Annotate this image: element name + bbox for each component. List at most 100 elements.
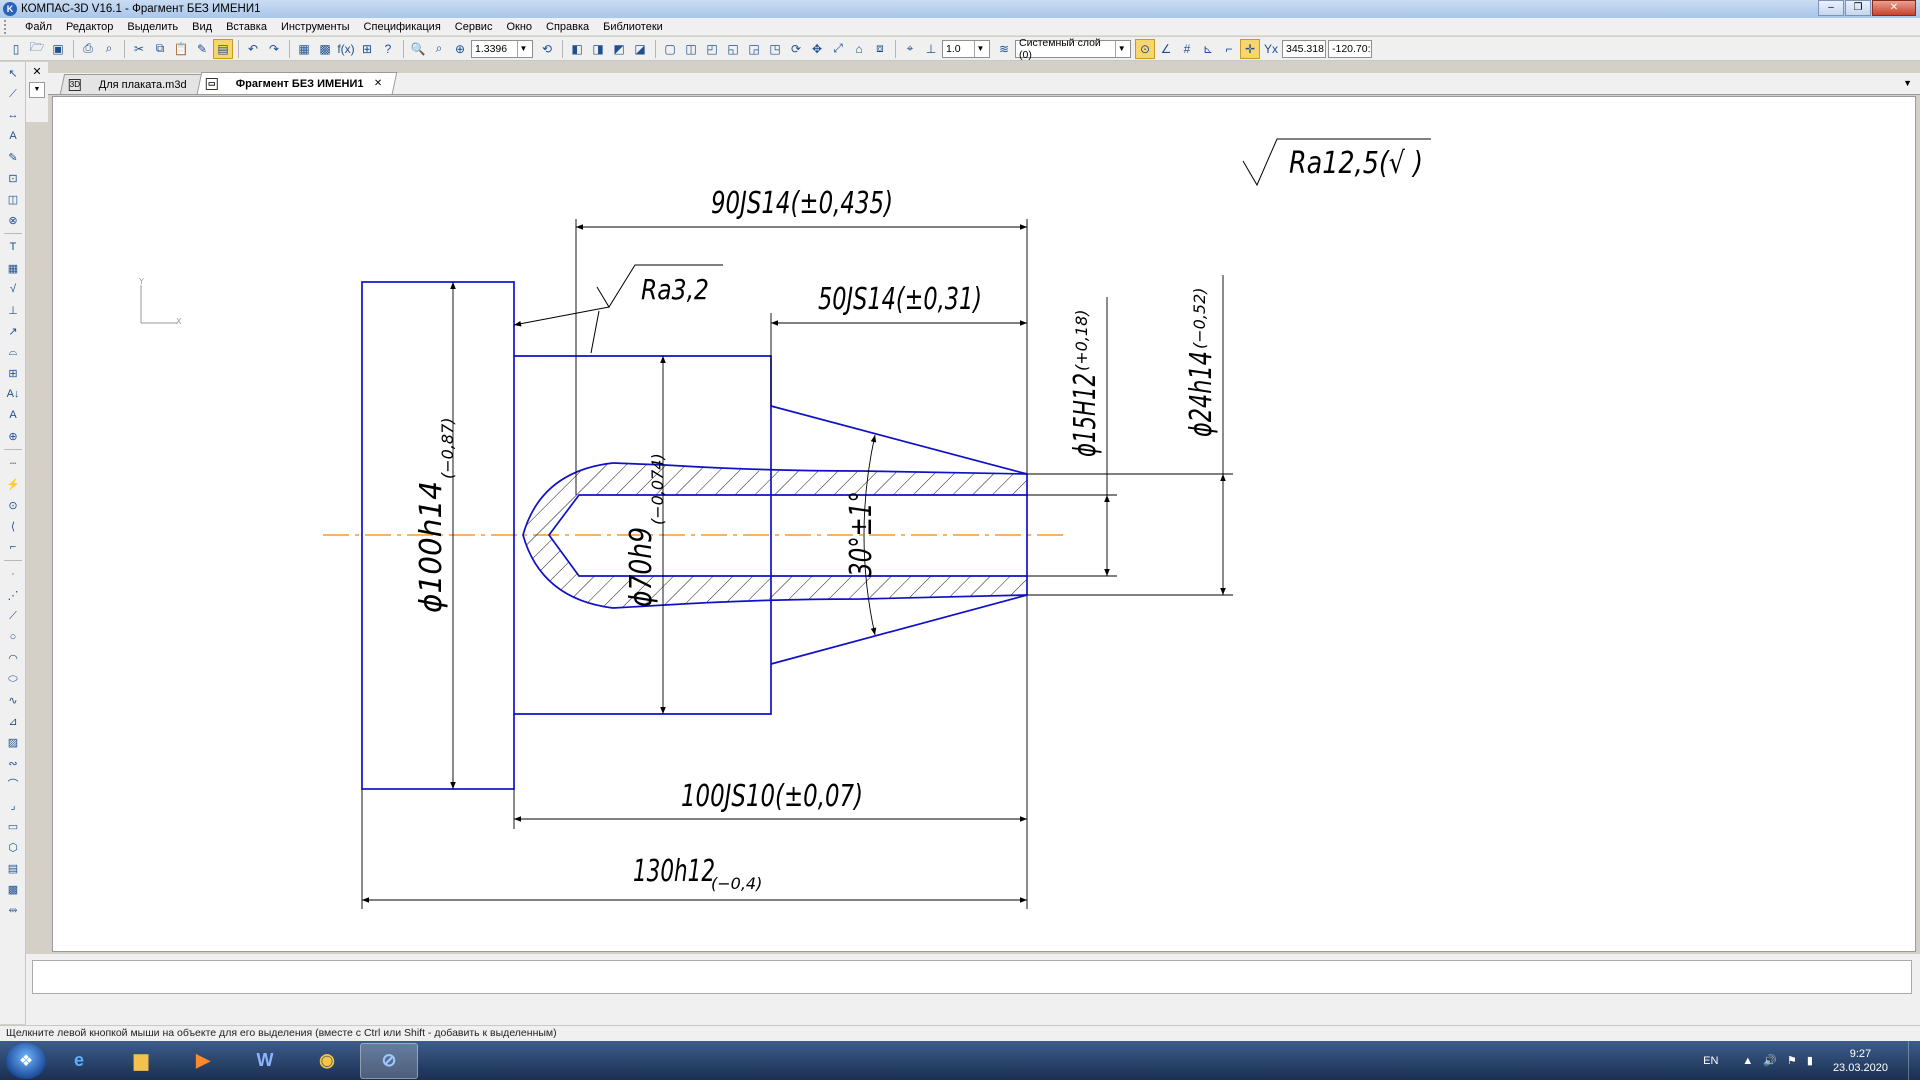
- menu-insert[interactable]: Вставка: [219, 21, 274, 33]
- paste-icon[interactable]: 📋: [171, 39, 191, 59]
- layers-icon[interactable]: ⧈: [870, 39, 890, 59]
- zoom-view-icon[interactable]: ⤢: [828, 39, 848, 59]
- print-icon[interactable]: ⎙: [78, 39, 98, 59]
- preview-icon[interactable]: ⌕: [99, 39, 119, 59]
- lightning-icon[interactable]: ⚡: [2, 474, 24, 494]
- save-icon[interactable]: ▣: [48, 39, 68, 59]
- menu-specification[interactable]: Спецификация: [357, 21, 448, 33]
- pan-view-icon[interactable]: ✥: [807, 39, 827, 59]
- drawing-canvas[interactable]: Y X Ra12,5(√) Ra3,2 90JS14(±0,435) 50JS…: [52, 96, 1916, 952]
- corner-icon[interactable]: ⌐: [2, 537, 24, 557]
- menu-file[interactable]: Файл: [18, 21, 59, 33]
- select-arrow-icon[interactable]: ↖: [2, 63, 24, 83]
- spec-table-icon[interactable]: ▤: [213, 38, 233, 59]
- shade-icon[interactable]: ▢: [660, 39, 680, 59]
- hatch-icon[interactable]: ▤: [2, 858, 24, 878]
- bracket-icon[interactable]: ⟨: [2, 516, 24, 536]
- kompas-taskbar-icon[interactable]: ⊘: [360, 1042, 418, 1079]
- spline-icon[interactable]: ∿: [2, 690, 24, 710]
- measure-icon[interactable]: ⊞: [357, 39, 377, 59]
- ortho-mode-icon[interactable]: ⌐: [1219, 39, 1239, 59]
- zoom-combo[interactable]: 1.3396 ▼: [471, 39, 533, 58]
- coordinate-axes-icon[interactable]: ⊥: [921, 39, 941, 59]
- redo-icon[interactable]: ↷: [264, 39, 284, 59]
- layer-icon[interactable]: ≋: [994, 39, 1014, 59]
- flag-icon[interactable]: ⚑: [1787, 1054, 1797, 1067]
- coord-y-field[interactable]: -120.70:: [1328, 39, 1372, 58]
- wireframe-icon[interactable]: ◫: [681, 39, 701, 59]
- command-field[interactable]: [32, 960, 1912, 994]
- tolerance-icon[interactable]: ⌓: [2, 342, 24, 362]
- view-front-icon[interactable]: ◧: [567, 39, 587, 59]
- chevron-down-icon[interactable]: ▼: [1115, 40, 1127, 57]
- dim-diameter-100[interactable]: ϕ100h14: [414, 481, 449, 613]
- dim-diameter-15-group[interactable]: ϕ15H12 (+0,18): [1068, 309, 1103, 457]
- lock-view-icon[interactable]: ⌂: [849, 39, 869, 59]
- open-folder-icon[interactable]: 🗁: [27, 39, 47, 59]
- mark-icon[interactable]: A↓: [2, 384, 24, 404]
- dim-angle[interactable]: 30°±1°: [844, 491, 879, 577]
- axis-icon[interactable]: A: [2, 405, 24, 425]
- menu-grip-icon[interactable]: [4, 19, 12, 34]
- dim-length-50[interactable]: 50JS14(±0,31): [818, 282, 982, 317]
- section-hatch[interactable]: [613, 576, 1027, 608]
- coord-x-field[interactable]: 345.318: [1282, 39, 1326, 58]
- new-document-icon[interactable]: ▯: [6, 39, 26, 59]
- snap-magnet-icon[interactable]: ⊙: [1135, 38, 1155, 59]
- hidden-lines-icon[interactable]: ◰: [702, 39, 722, 59]
- parametrization-icon[interactable]: ⊡: [2, 168, 24, 188]
- dim-length-90[interactable]: 90JS14(±0,435): [711, 186, 893, 221]
- explorer-folder-icon[interactable]: ▆: [112, 1043, 170, 1079]
- copy-icon[interactable]: ⧉: [150, 39, 170, 59]
- base-icon[interactable]: ⊥: [2, 300, 24, 320]
- section-icon[interactable]: ◲: [744, 39, 764, 59]
- ellipse-icon[interactable]: ⬭: [2, 669, 24, 689]
- bezier-icon[interactable]: ∾: [2, 753, 24, 773]
- snap-grid-icon[interactable]: ⌖: [900, 39, 920, 59]
- hatch-contour-icon[interactable]: ▨: [2, 732, 24, 752]
- polyline-icon[interactable]: ⊿: [2, 711, 24, 731]
- dim-diameter-100-group[interactable]: ϕ100h14 (−0,87): [414, 417, 457, 613]
- orto-icon[interactable]: ∠: [1156, 39, 1176, 59]
- kompas-app-icon[interactable]: K: [3, 2, 17, 16]
- start-button[interactable]: ❖: [6, 1042, 46, 1079]
- menu-view[interactable]: Вид: [185, 21, 219, 33]
- dim-diameter-70[interactable]: ϕ70h9: [624, 527, 659, 607]
- equidistant-icon[interactable]: ⥈: [2, 900, 24, 920]
- fillet-icon[interactable]: ⌒: [2, 774, 24, 794]
- drawing-svg[interactable]: Y X Ra12,5(√) Ra3,2 90JS14(±0,435) 50JS…: [53, 97, 1917, 953]
- menu-editor[interactable]: Редактор: [59, 21, 120, 33]
- symbols-icon[interactable]: A: [2, 126, 24, 146]
- arc-icon[interactable]: ◠: [2, 648, 24, 668]
- edit-icon[interactable]: ✎: [2, 147, 24, 167]
- dim-length-130[interactable]: 130h12: [633, 854, 715, 889]
- menu-help[interactable]: Справка: [539, 21, 596, 33]
- restore-button[interactable]: ❐: [1845, 0, 1871, 16]
- dim-length-100[interactable]: 100JS10(±0,07): [681, 779, 863, 814]
- position-icon[interactable]: ⊞: [2, 363, 24, 383]
- rectangle-icon[interactable]: ▭: [2, 816, 24, 836]
- cut-icon[interactable]: ✂: [129, 39, 149, 59]
- zoom-all-icon[interactable]: ⌕: [429, 39, 449, 59]
- chrome-icon[interactable]: ◉: [298, 1043, 356, 1079]
- fill-icon[interactable]: ▩: [2, 879, 24, 899]
- center-mark-icon[interactable]: ⊕: [2, 426, 24, 446]
- dashed-line-icon[interactable]: ┄: [2, 453, 24, 473]
- minimize-button[interactable]: –: [1818, 0, 1844, 16]
- layer-combo[interactable]: Системный слой (0) ▼: [1015, 37, 1131, 61]
- section-hatch[interactable]: [613, 463, 1027, 495]
- language-indicator[interactable]: EN: [1703, 1055, 1718, 1067]
- dimensions-icon[interactable]: ↔: [2, 105, 24, 125]
- chamfer-icon[interactable]: ⌟: [2, 795, 24, 815]
- local-cs-icon[interactable]: ⊾: [1198, 39, 1218, 59]
- dim-angle-group[interactable]: 30°±1°: [844, 491, 879, 577]
- geometry-icon[interactable]: ⟋: [2, 84, 24, 104]
- menu-service[interactable]: Сервис: [448, 21, 500, 33]
- volume-icon[interactable]: 🔊: [1763, 1054, 1777, 1067]
- view-right-icon[interactable]: ◪: [630, 39, 650, 59]
- table-icon[interactable]: ▦: [2, 258, 24, 278]
- roughness-icon[interactable]: √: [2, 279, 24, 299]
- chevron-down-icon[interactable]: ▼: [29, 82, 45, 98]
- circle-icon[interactable]: ○: [2, 627, 24, 647]
- clock[interactable]: 9:27 23.03.2020: [1833, 1047, 1888, 1075]
